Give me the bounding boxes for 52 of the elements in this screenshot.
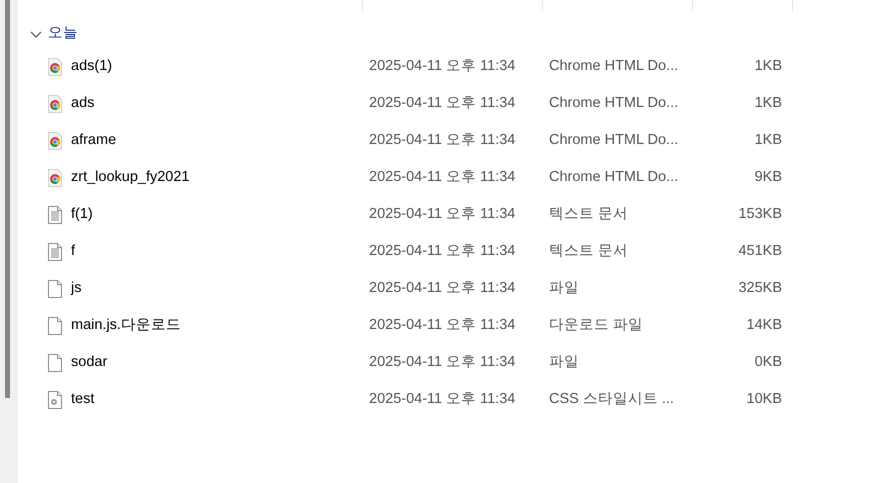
chrome-file-icon [47,58,63,76]
modified-date: 2025-04-11 오후 11:34 [369,94,516,111]
modified-date: 2025-04-11 오후 11:34 [369,316,516,333]
settings-file-icon [47,390,63,408]
file-name[interactable]: main.js.다운로드 [71,314,181,336]
file-type: 텍스트 문서 [549,206,628,222]
file-size: 1KB [754,58,782,74]
file-name[interactable]: f(1) [71,204,93,226]
modified-date: 2025-04-11 오후 11:34 [369,390,516,407]
file-type: Chrome HTML Do... [549,168,678,185]
file-name[interactable]: ads(1) [71,56,112,78]
file-size: 1KB [754,132,782,148]
file-size: 0KB [754,354,782,370]
scrollbar-thumb[interactable] [5,0,10,398]
modified-date: 2025-04-11 오후 11:34 [369,242,516,259]
file-type: Chrome HTML Do... [549,94,678,111]
text-file-icon [47,206,63,224]
file-size: 451KB [738,242,782,259]
file-name[interactable]: ads [71,92,94,114]
chrome-file-icon [47,168,63,186]
modified-date: 2025-04-11 오후 11:34 [369,168,516,185]
modified-date: 2025-04-11 오후 11:34 [369,206,516,222]
file-type: 다운로드 파일 [549,316,644,333]
file-name[interactable]: sodar [71,352,108,374]
file-size: 153KB [738,206,782,222]
file-type: CSS 스타일시트 ... [549,390,674,407]
modified-date: 2025-04-11 오후 11:34 [369,354,516,370]
file-icon [47,354,63,372]
chrome-file-icon [47,94,63,112]
file-name[interactable]: f [71,240,76,262]
file-name[interactable]: test [71,388,94,410]
file-type: Chrome HTML Do... [549,132,678,148]
group-header[interactable]: 오늘 [18,22,872,46]
file-type: Chrome HTML Do... [549,58,678,74]
file-name[interactable]: zrt_lookup_fy2021 [71,166,190,188]
modified-date: 2025-04-11 오후 11:34 [369,280,516,296]
text-file-icon [47,242,63,260]
file-type: 텍스트 문서 [549,242,628,259]
file-type: 파일 [549,280,579,296]
file-icon [47,280,63,298]
modified-date: 2025-04-11 오후 11:34 [369,58,516,74]
file-size: 325KB [738,280,782,296]
file-icon [47,316,63,334]
file-type: 파일 [549,354,579,370]
file-name[interactable]: js [71,278,82,300]
file-size: 9KB [754,168,782,185]
modified-date: 2025-04-11 오후 11:34 [369,132,516,148]
file-size: 14KB [746,316,782,333]
file-size: 10KB [746,390,782,407]
file-size: 1KB [754,94,782,111]
file-name[interactable]: aframe [71,130,116,152]
chrome-file-icon [47,132,63,150]
